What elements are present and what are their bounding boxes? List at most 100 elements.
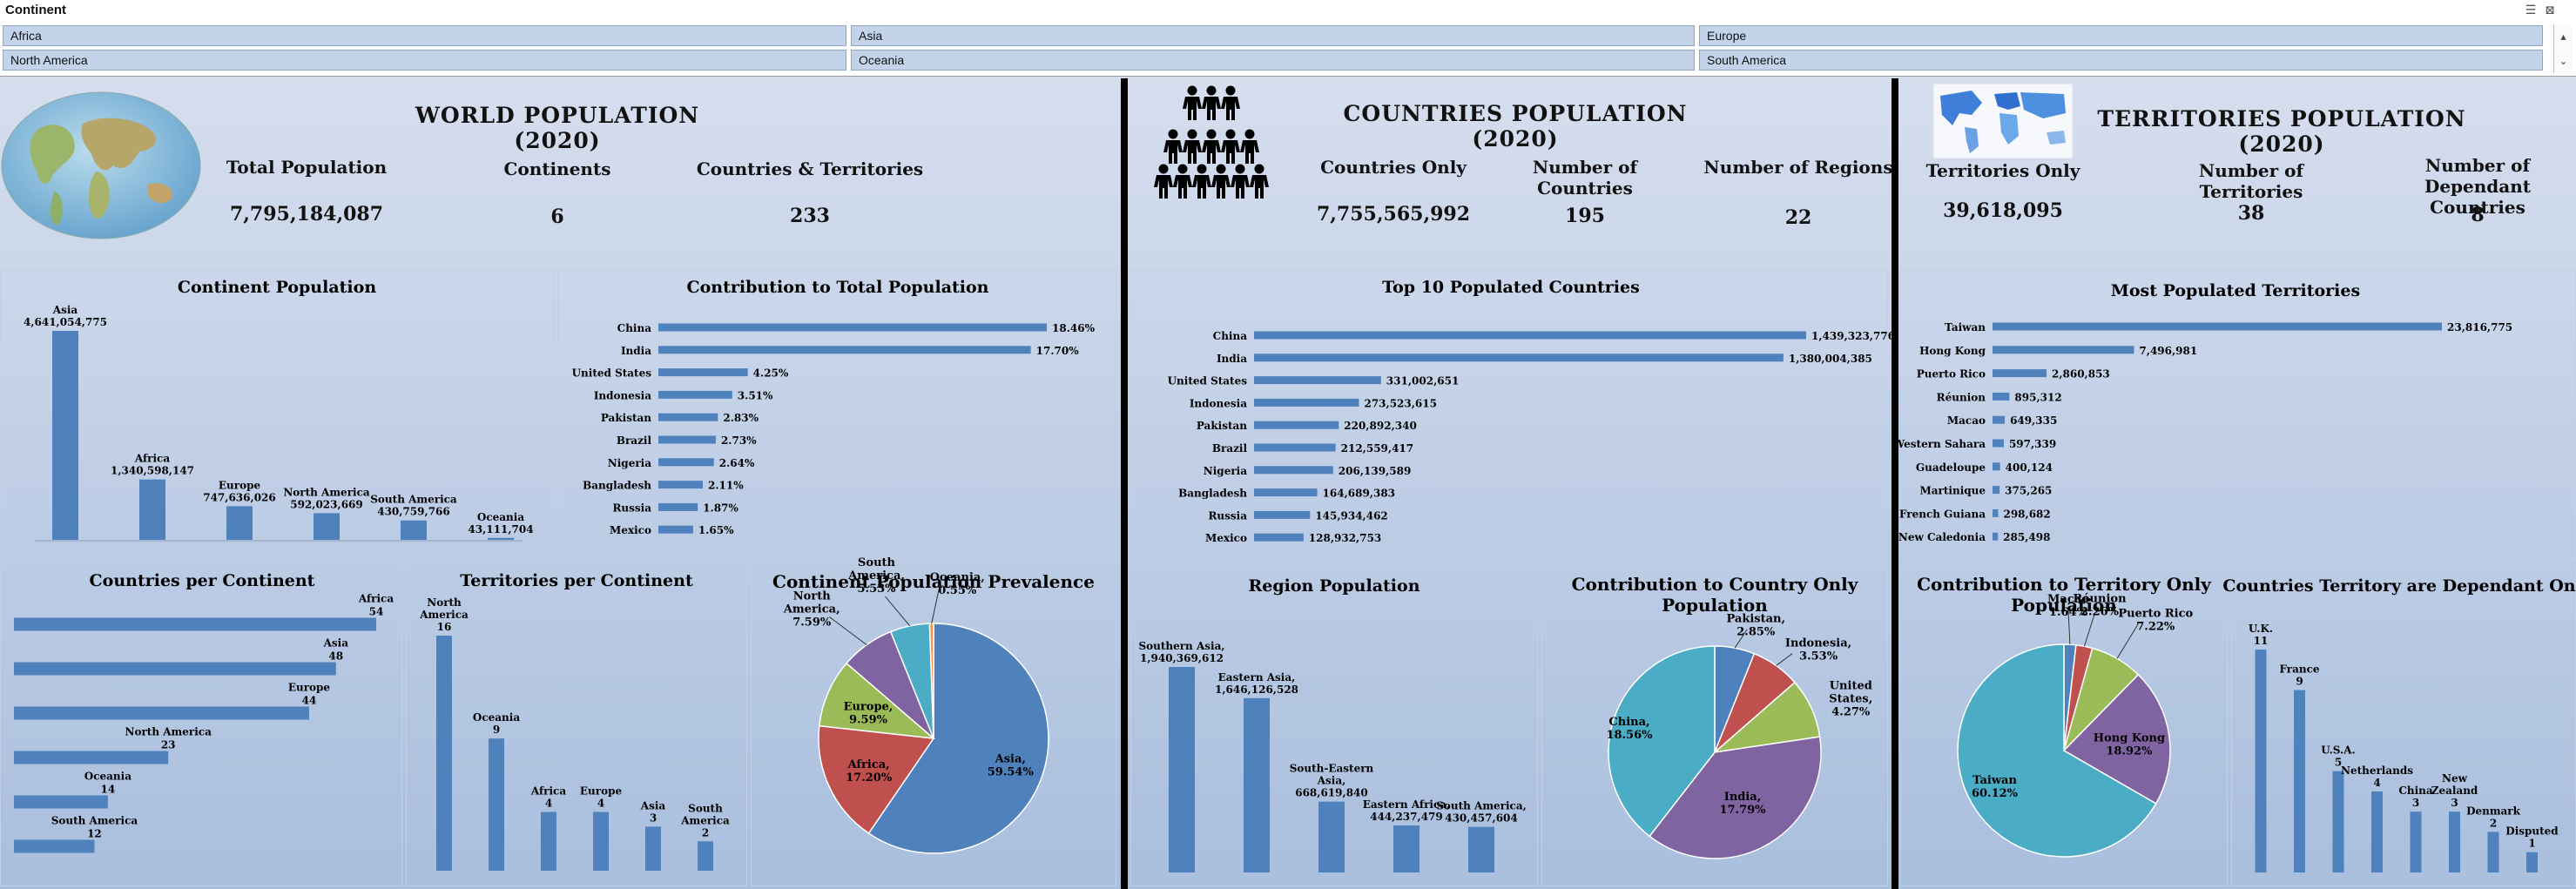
category-label: Puerto Rico bbox=[1917, 368, 1986, 381]
leader-line bbox=[885, 596, 911, 627]
category-label: United States bbox=[1168, 375, 1248, 387]
chart-title: Contribution to Country Only bbox=[1572, 574, 1859, 595]
data-label: 48 bbox=[328, 650, 343, 663]
category-label: South America bbox=[370, 494, 457, 506]
category-label: Africa bbox=[134, 453, 170, 465]
chart-title: Continent Population bbox=[178, 278, 376, 297]
bar bbox=[14, 662, 336, 676]
data-label: 430,759,766 bbox=[377, 506, 450, 518]
chart-title: Region Population bbox=[1248, 576, 1419, 596]
data-label: 7,496,981 bbox=[2139, 345, 2197, 357]
category-label: Pakistan, bbox=[1726, 613, 1785, 626]
category-label: Asia bbox=[323, 637, 349, 650]
category-label: Nigeria bbox=[1204, 465, 1247, 477]
data-label: 23,816,775 bbox=[2447, 321, 2512, 333]
data-label: 212,559,417 bbox=[1341, 442, 1414, 455]
category-label: Eastern Asia, bbox=[1218, 671, 1296, 684]
category-label: Nigeria bbox=[608, 457, 651, 469]
category-label: States, bbox=[1829, 693, 1872, 706]
data-label: 11 bbox=[2254, 635, 2269, 647]
leader-line bbox=[2116, 623, 2139, 659]
category-label: Hong Kong bbox=[2094, 732, 2165, 745]
bar bbox=[2449, 812, 2460, 872]
data-label: 375,265 bbox=[2005, 485, 2052, 497]
data-label: 2,860,853 bbox=[2052, 368, 2110, 381]
category-label: Pakistan bbox=[601, 412, 651, 424]
bar bbox=[2410, 812, 2422, 872]
data-label: 17.79% bbox=[1719, 804, 1766, 817]
category-label: America bbox=[419, 609, 469, 621]
category-label: Zealand bbox=[2431, 785, 2478, 797]
bar bbox=[658, 323, 1047, 332]
category-label: Bangladesh bbox=[583, 480, 651, 492]
data-label: 4 bbox=[545, 798, 552, 810]
category-label: U.S.A. bbox=[2321, 744, 2355, 757]
category-label: North America bbox=[125, 726, 212, 738]
bar bbox=[645, 826, 661, 871]
data-label: 2 bbox=[702, 826, 709, 838]
bar bbox=[698, 841, 713, 871]
bar bbox=[2371, 791, 2383, 872]
chart-title: Most Populated Territories bbox=[2111, 281, 2360, 300]
data-label: 128,932,753 bbox=[1309, 532, 1382, 544]
bar bbox=[226, 506, 253, 540]
bar bbox=[2487, 832, 2499, 872]
data-label: 18.92% bbox=[2106, 745, 2153, 758]
data-label: 430,457,604 bbox=[1445, 812, 1518, 825]
bar bbox=[658, 502, 698, 511]
data-label: 2.85% bbox=[1736, 626, 1776, 639]
chart-title: Top 10 Populated Countries bbox=[1382, 278, 1640, 297]
data-label: 59.54% bbox=[988, 765, 1035, 778]
category-label: Europe bbox=[288, 682, 331, 694]
category-label: New Caledonia bbox=[1898, 531, 1986, 543]
data-label: 444,237,479 bbox=[1370, 811, 1443, 823]
bar bbox=[1254, 466, 1333, 475]
category-label: Taiwan bbox=[1972, 774, 2017, 787]
category-label: Brazil bbox=[1212, 442, 1248, 455]
category-label: India, bbox=[1724, 791, 1762, 804]
category-label: South America, bbox=[1436, 800, 1527, 812]
category-label: America, bbox=[847, 569, 905, 583]
bar bbox=[1993, 462, 2000, 471]
data-label: 3 bbox=[650, 812, 657, 824]
data-label: 4 bbox=[2373, 777, 2380, 789]
category-label: Africa, bbox=[847, 758, 890, 771]
category-label: Russia bbox=[1208, 509, 1247, 522]
bar bbox=[52, 331, 78, 540]
category-label: Disputed bbox=[2505, 825, 2559, 838]
category-label: Oceania bbox=[473, 711, 520, 724]
category-label: Denmark bbox=[2466, 805, 2521, 817]
data-label: 3.51% bbox=[738, 389, 773, 401]
bar bbox=[2294, 690, 2305, 872]
category-label: China, bbox=[1608, 716, 1649, 729]
data-label: 2.26% bbox=[2080, 606, 2120, 619]
category-label: Taiwan bbox=[1945, 321, 1986, 333]
category-label: North bbox=[427, 596, 462, 609]
data-label: 4.25% bbox=[753, 367, 789, 380]
category-label: South America bbox=[51, 815, 138, 827]
category-label: Réunion bbox=[2073, 593, 2127, 606]
category-label: India bbox=[1217, 353, 1247, 365]
category-label: Netherlands bbox=[2341, 764, 2413, 777]
data-label: 2.64% bbox=[719, 457, 755, 469]
bar bbox=[14, 617, 376, 631]
data-label: 16 bbox=[437, 621, 452, 633]
category-label: Russia bbox=[612, 502, 651, 514]
category-label: Réunion bbox=[1937, 391, 1986, 403]
chart-title: Territories per Continent bbox=[460, 571, 693, 590]
data-label: 2.83% bbox=[723, 412, 759, 424]
category-label: Guadeloupe bbox=[1916, 461, 1986, 474]
data-label: 298,682 bbox=[2003, 508, 2050, 520]
chart-title: Countries per Continent bbox=[90, 571, 315, 590]
bar bbox=[14, 751, 169, 764]
bar bbox=[1254, 398, 1359, 407]
bar bbox=[658, 346, 1031, 354]
data-label: 9 bbox=[493, 724, 500, 736]
category-label: Europe bbox=[580, 785, 623, 798]
bar bbox=[1254, 533, 1304, 542]
bar bbox=[593, 812, 609, 871]
bar bbox=[1993, 532, 1999, 541]
category-label: Mexico bbox=[1205, 532, 1247, 544]
category-label: South bbox=[858, 556, 896, 569]
data-label: 1 bbox=[2528, 838, 2535, 850]
